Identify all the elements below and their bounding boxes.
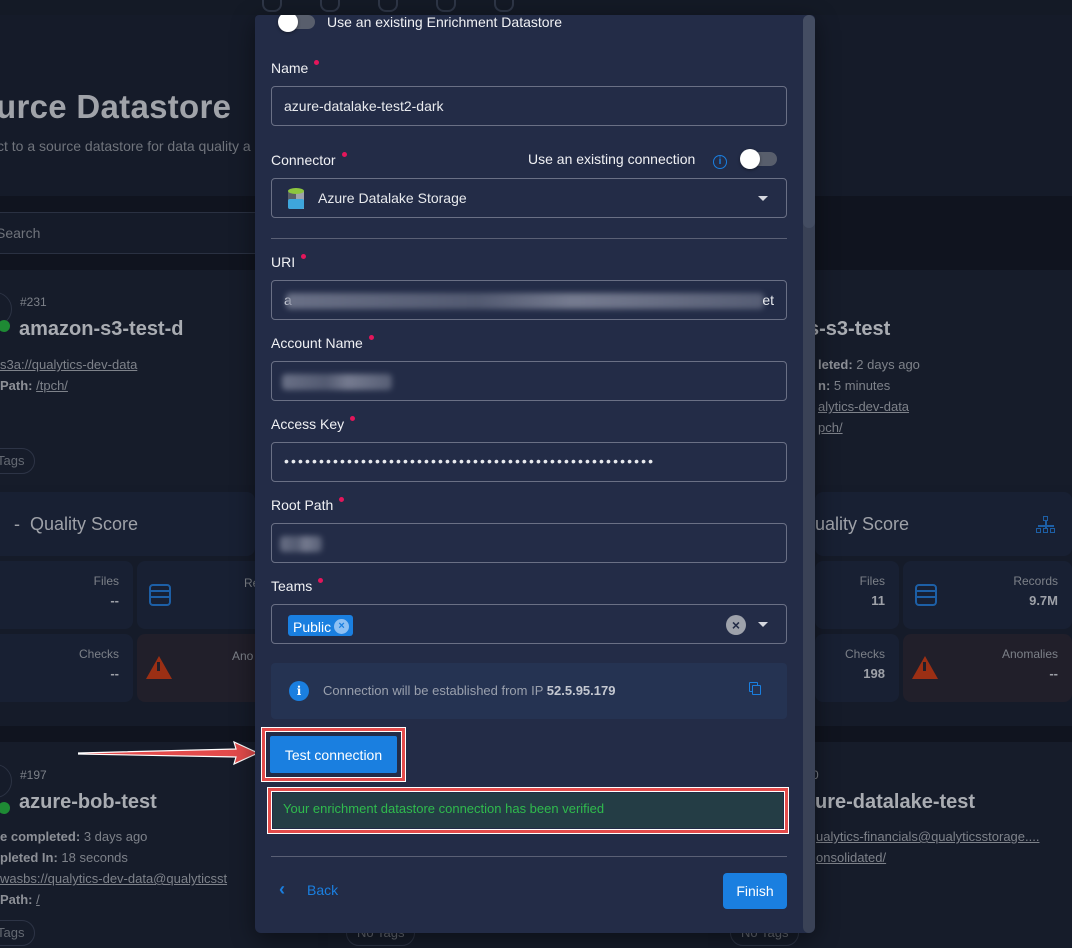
back-button[interactable]: ‹ Back: [279, 879, 338, 900]
required-indicator: [368, 335, 374, 340]
clear-icon[interactable]: ×: [726, 615, 746, 635]
info-icon: i: [289, 681, 309, 701]
teams-select[interactable]: Public × ×: [271, 604, 787, 644]
existing-connection-label: Use an existing connection: [528, 151, 696, 167]
redacted-value: [286, 293, 764, 309]
ip-info-banner: i Connection will be established from IP…: [271, 663, 787, 719]
uri-label: URI: [271, 254, 307, 270]
scrollbar-thumb[interactable]: [803, 15, 815, 228]
connector-select[interactable]: Azure Datalake Storage: [271, 178, 787, 218]
required-indicator: [301, 254, 307, 259]
ip-info-text: Connection will be established from IP 5…: [323, 683, 616, 698]
remove-chip-icon[interactable]: ×: [334, 619, 350, 634]
success-message: Your enrichment datastore connection has…: [273, 793, 783, 828]
account-name-label: Account Name: [271, 335, 374, 351]
teams-label: Teams: [271, 578, 324, 594]
add-enrichment-datastore-dialog: Use an existing Enrichment Datastore Nam…: [255, 15, 815, 933]
uri-input[interactable]: a et: [271, 280, 787, 320]
access-key-input[interactable]: ••••••••••••••••••••••••••••••••••••••••…: [271, 442, 787, 482]
name-label: Name: [271, 60, 320, 76]
copy-icon[interactable]: [749, 682, 761, 695]
access-key-label: Access Key: [271, 416, 356, 432]
existing-enrichment-label: Use an existing Enrichment Datastore: [327, 15, 562, 30]
chevron-down-icon[interactable]: [758, 622, 768, 627]
existing-connection-toggle[interactable]: [740, 149, 777, 169]
required-indicator: [339, 497, 345, 502]
redacted-value: [280, 536, 322, 552]
required-indicator: [314, 60, 320, 65]
team-chip: Public ×: [288, 615, 354, 636]
account-name-input[interactable]: [271, 361, 787, 401]
existing-enrichment-toggle[interactable]: [278, 15, 315, 32]
required-indicator: [341, 152, 347, 157]
info-icon[interactable]: i: [713, 151, 727, 169]
divider: [271, 856, 787, 857]
divider: [271, 238, 787, 239]
azure-datalake-icon: [288, 188, 304, 209]
verified-highlight: Your enrichment datastore connection has…: [268, 788, 788, 833]
test-connection-button[interactable]: Test connection: [270, 736, 397, 773]
test-connection-highlight: Test connection: [261, 727, 406, 782]
name-input[interactable]: azure-datalake-test2-dark: [271, 86, 787, 126]
annotation-arrow: [78, 740, 260, 766]
finish-button[interactable]: Finish: [723, 873, 787, 909]
redacted-value: [282, 374, 392, 390]
required-indicator: [350, 416, 356, 421]
root-path-label: Root Path: [271, 497, 345, 513]
chevron-down-icon: [758, 196, 768, 201]
chevron-left-icon: ‹: [279, 879, 285, 899]
required-indicator: [318, 578, 324, 583]
scrollbar-track[interactable]: [803, 15, 815, 933]
root-path-input[interactable]: [271, 523, 787, 563]
connector-label: Connector: [271, 152, 347, 168]
